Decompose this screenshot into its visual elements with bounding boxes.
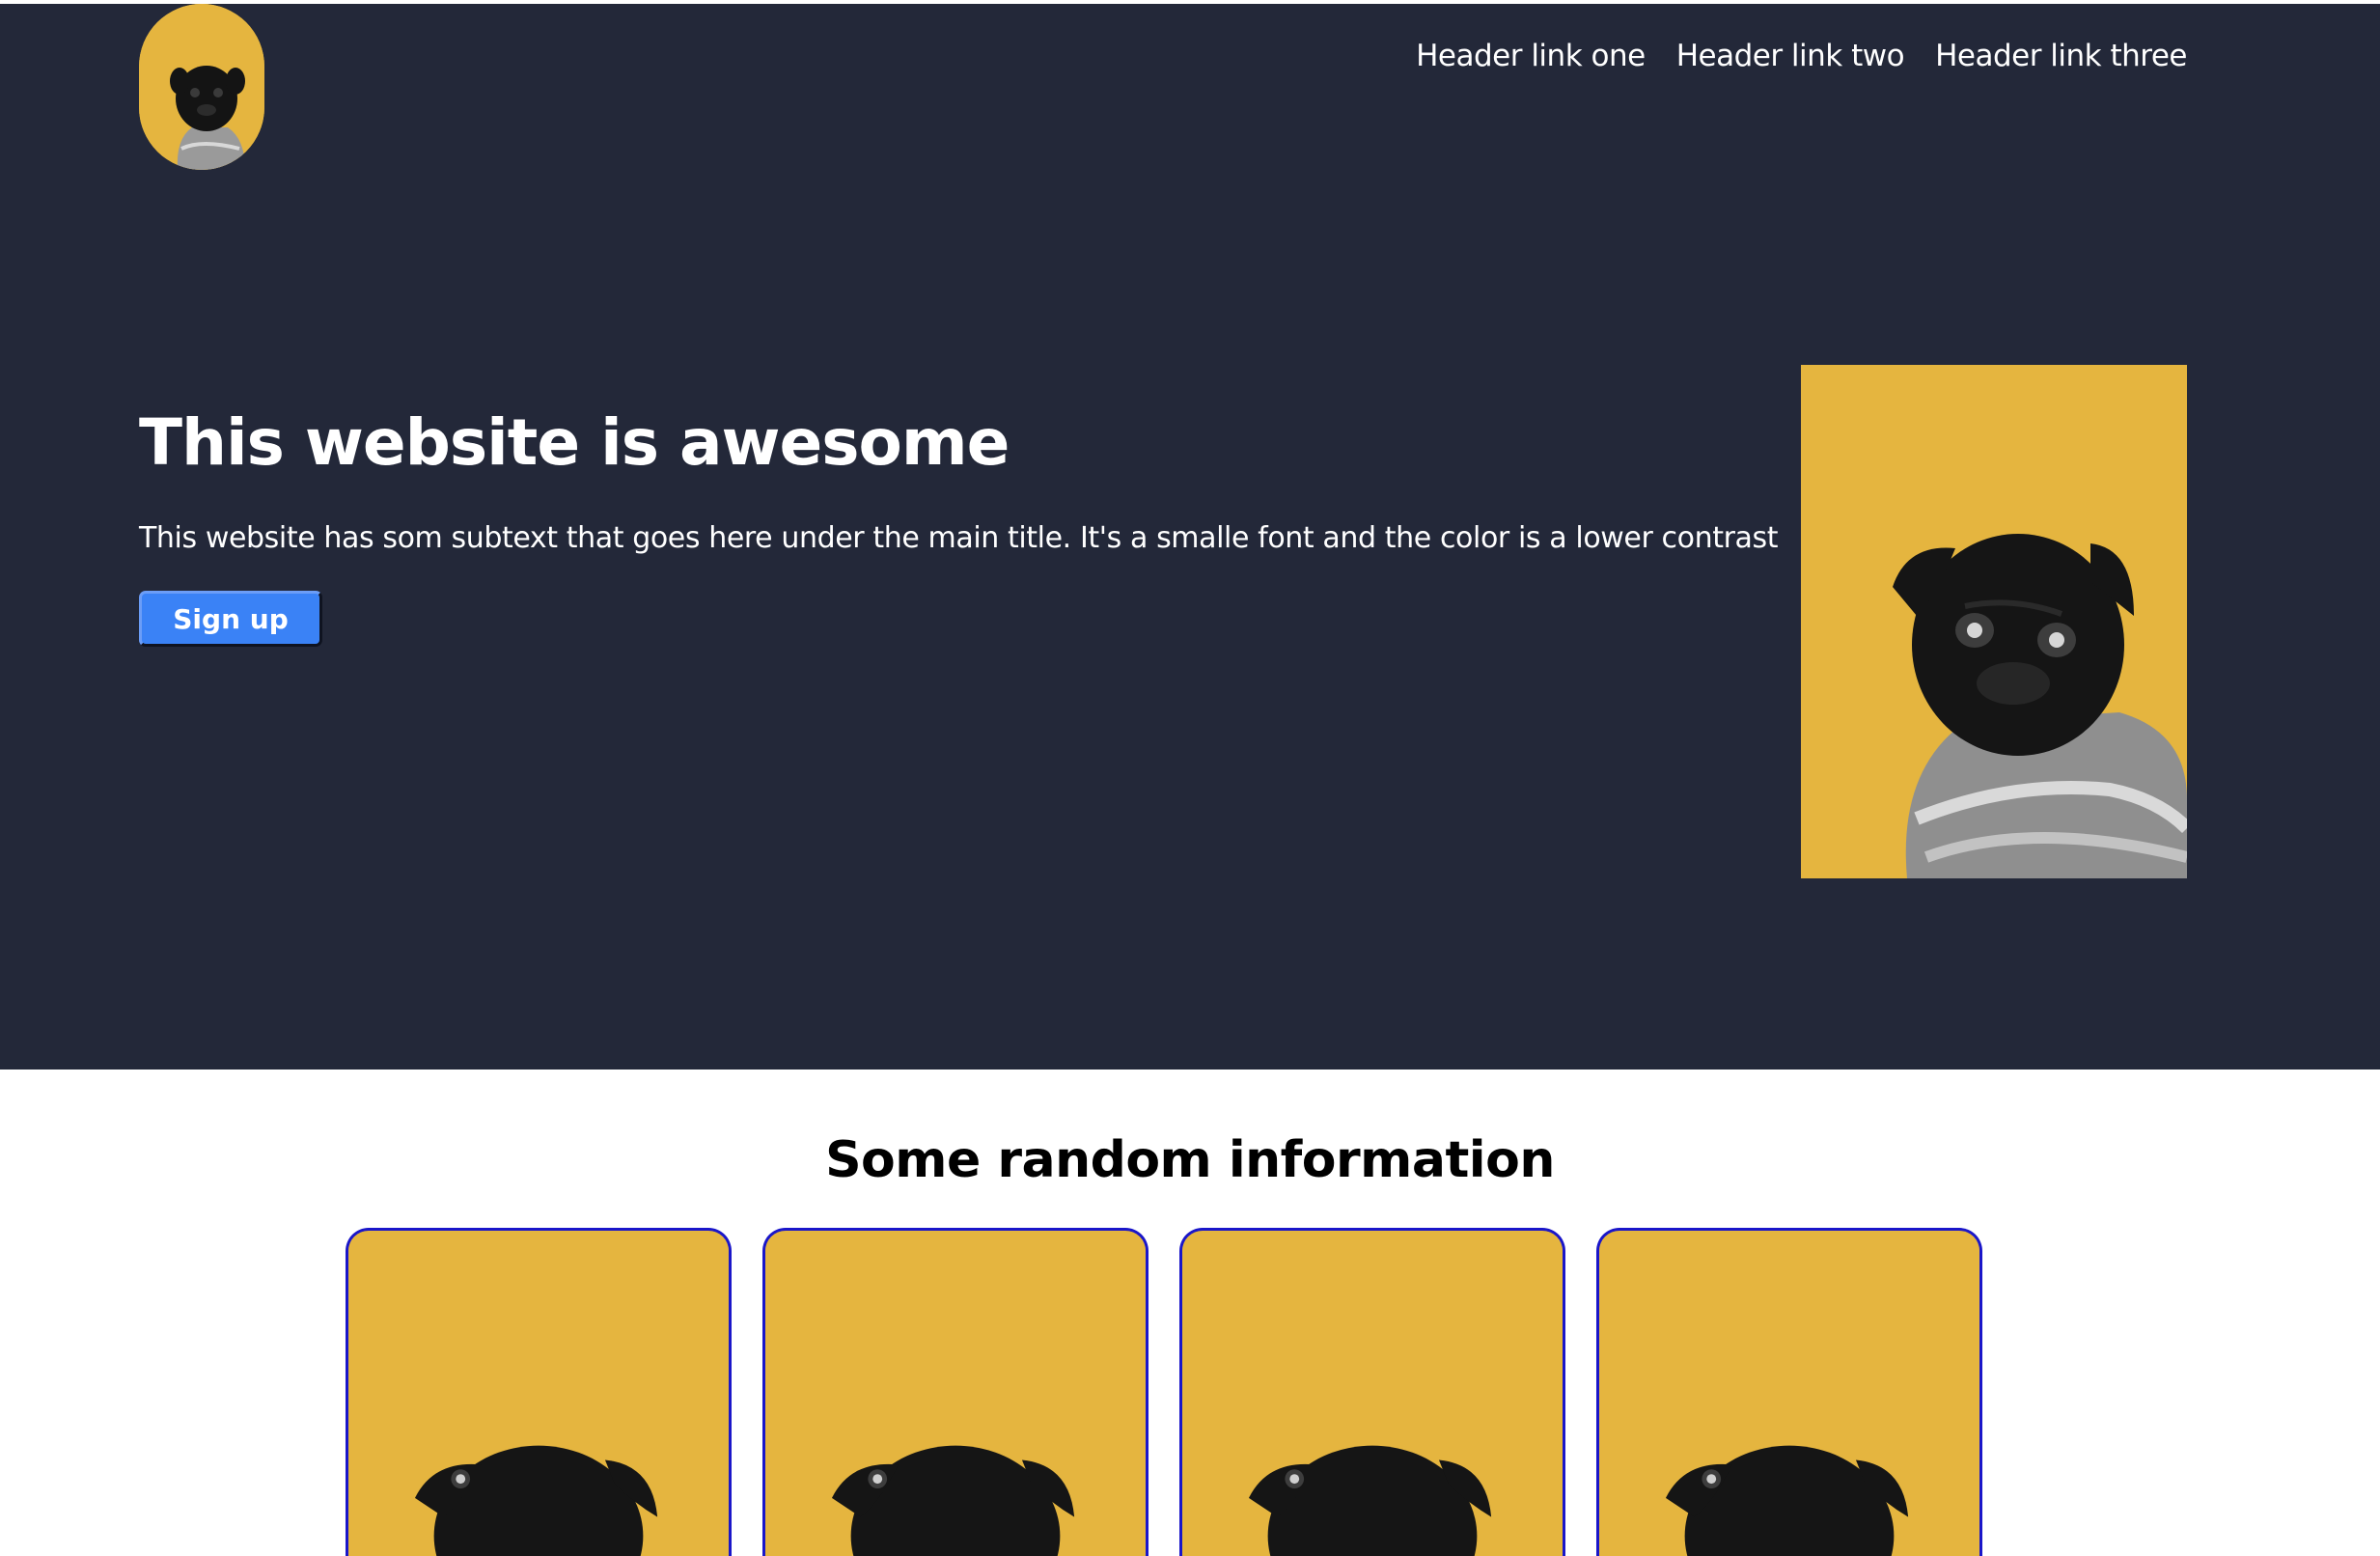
logo-image[interactable]: [139, 4, 264, 170]
hero-section: Header link one Header link two Header l…: [0, 4, 2380, 1070]
hero-subtext: This website has som subtext that goes h…: [139, 521, 1779, 555]
pug-icon: [139, 4, 264, 170]
sign-up-button[interactable]: Sign up: [139, 591, 322, 647]
info-card[interactable]: [346, 1228, 732, 1556]
info-card[interactable]: [1596, 1228, 1982, 1556]
pug-icon: [1182, 1232, 1563, 1556]
info-card[interactable]: [1179, 1228, 1565, 1556]
header-nav: Header link one Header link two Header l…: [1416, 39, 2187, 73]
pug-icon: [348, 1232, 729, 1556]
hero-image: [1801, 365, 2187, 878]
header-link-two[interactable]: Header link two: [1676, 39, 1905, 73]
info-card[interactable]: [762, 1228, 1148, 1556]
pug-icon: [1599, 1232, 1979, 1556]
header-link-three[interactable]: Header link three: [1935, 39, 2187, 73]
info-title: Some random information: [825, 1131, 1555, 1189]
pug-icon: [1801, 365, 2187, 878]
pug-icon: [765, 1232, 1146, 1556]
header-link-one[interactable]: Header link one: [1416, 39, 1646, 73]
card-list: [346, 1228, 1982, 1556]
info-section: Some random information: [0, 1070, 2380, 1556]
hero-title: This website is awesome: [139, 405, 1010, 480]
